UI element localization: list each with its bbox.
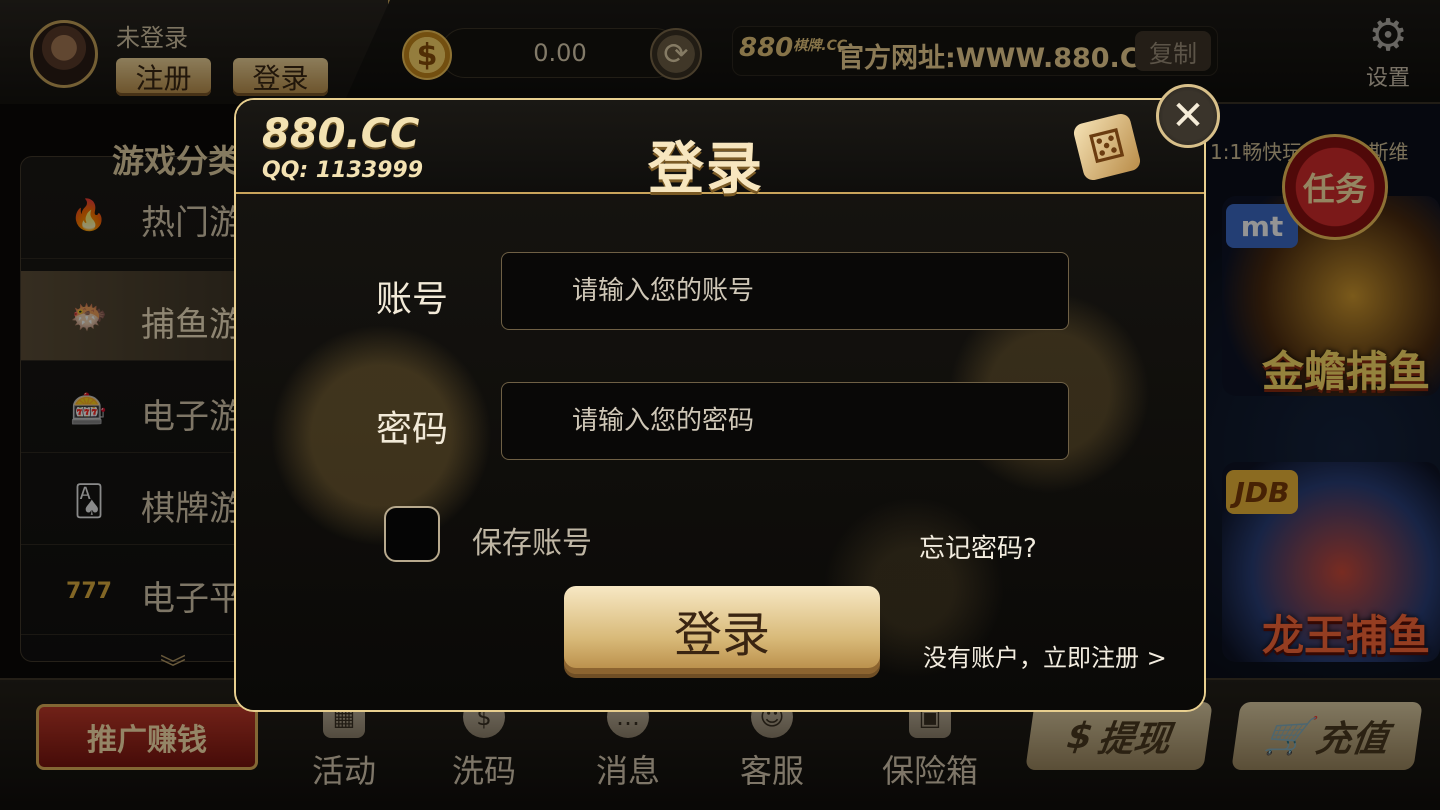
dialog-header: 880.CC QQ: 1133999 登录 ⚄ [236,100,1204,202]
close-icon[interactable]: ✕ [1156,84,1220,148]
brand-logo: 880.CC [262,111,420,157]
password-input[interactable] [501,382,1069,460]
forgot-password-link[interactable]: 忘记密码? [919,528,1037,565]
register-now-link[interactable]: 没有账户，立即注册 > [923,638,1167,673]
save-account-checkbox[interactable] [384,506,440,562]
dice-icon: ⚄ [1071,111,1143,183]
dialog-title: 登录 [648,137,764,202]
login-submit-button[interactable]: 登录 [564,586,880,674]
account-label: 账号 [376,279,449,320]
password-label: 密码 [376,409,449,450]
account-input[interactable] [501,252,1069,330]
save-account-label[interactable]: 保存账号 [472,518,592,562]
login-dialog: 880.CC QQ: 1133999 登录 ⚄ 账号 密码 保存账号 忘记密码?… [234,98,1206,712]
brand-qq: QQ: 1133999 [262,158,424,183]
